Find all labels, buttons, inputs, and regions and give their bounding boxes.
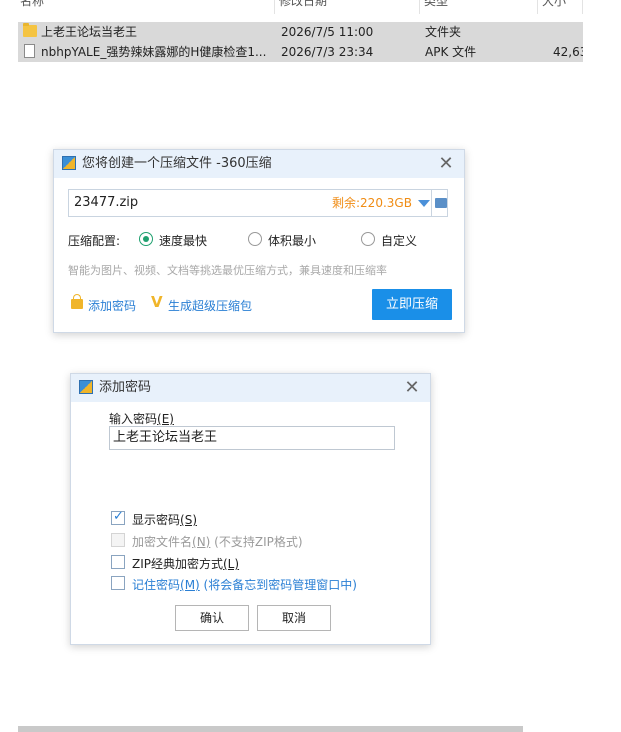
lock-icon[interactable] xyxy=(71,294,83,309)
file-date: 2026/7/3 23:34 xyxy=(281,45,374,59)
compress-hint: 智能为图片、视频、文档等挑选最优压缩方式，兼具速度和压缩率 xyxy=(68,264,387,277)
cancel-button[interactable]: 取消 xyxy=(257,605,331,631)
file-size: 42,63 xyxy=(553,45,583,59)
close-icon[interactable]: ✕ xyxy=(402,378,422,398)
dialog-title: 您将创建一个压缩文件 -360压缩 xyxy=(82,156,272,171)
show-password-label[interactable]: 显示密码(S) xyxy=(132,511,197,528)
file-row[interactable]: 上老王论坛当老王 2026/7/5 11:00 文件夹 xyxy=(18,22,583,42)
add-password-dialog: 添加密码 ✕ 输入密码(E) 上老王论坛当老王 显示密码(S) 加密文件名(N)… xyxy=(70,373,431,645)
zip-classic-encryption-label[interactable]: ZIP经典加密方式(L) xyxy=(132,555,239,572)
show-password-checkbox[interactable] xyxy=(111,509,125,525)
window-edge xyxy=(583,0,621,732)
archive-icon xyxy=(62,156,76,170)
archive-name-field[interactable]: 23477.zip 剩余:220.3GB xyxy=(68,189,448,217)
password-input-label: 输入密码(E) xyxy=(109,412,174,426)
column-name[interactable]: 名称 xyxy=(16,0,275,14)
radio-smallest[interactable] xyxy=(248,232,262,246)
radio-custom[interactable] xyxy=(361,232,375,246)
radio-fastest[interactable] xyxy=(139,232,153,246)
column-date[interactable]: 修改日期 xyxy=(275,0,420,14)
column-type[interactable]: 类型 xyxy=(420,0,538,14)
close-icon[interactable]: ✕ xyxy=(436,154,456,174)
vip-icon: V xyxy=(151,293,163,311)
file-icon xyxy=(24,44,35,58)
compress-config-label: 压缩配置: xyxy=(68,234,121,248)
zip-classic-encryption-checkbox[interactable] xyxy=(111,555,125,569)
option-smallest-label[interactable]: 体积最小 xyxy=(268,232,316,249)
option-custom-label[interactable]: 自定义 xyxy=(381,232,417,249)
password-input[interactable]: 上老王论坛当老王 xyxy=(109,426,395,450)
encrypt-filenames-checkbox[interactable] xyxy=(111,533,125,547)
add-password-link[interactable]: 添加密码 xyxy=(88,297,136,314)
compress-now-button[interactable]: 立即压缩 xyxy=(372,289,452,320)
file-date: 2026/7/5 11:00 xyxy=(281,25,374,39)
remaining-space: 剩余:220.3GB xyxy=(332,196,412,210)
archive-name-value[interactable]: 23477.zip xyxy=(74,190,138,216)
compress-dialog: 您将创建一个压缩文件 -360压缩 ✕ 23477.zip 剩余:220.3GB… xyxy=(53,149,465,333)
create-super-package-link[interactable]: 生成超级压缩包 xyxy=(168,297,252,314)
dropdown-arrow-icon[interactable] xyxy=(418,200,430,207)
file-type: 文件夹 xyxy=(425,25,462,39)
file-row[interactable]: nbhpYALE_强势辣妹露娜的H健康检查1... 2026/7/3 23:34… xyxy=(18,42,583,62)
horizontal-scrollbar[interactable] xyxy=(18,726,523,732)
folder-icon xyxy=(23,23,37,37)
folder-icon xyxy=(435,198,447,208)
file-type: APK 文件 xyxy=(425,45,477,59)
remember-password-label[interactable]: 记住密码(M) (将会备忘到密码管理窗口中) xyxy=(132,576,357,593)
encrypt-filenames-label: 加密文件名(N) (不支持ZIP格式) xyxy=(132,535,303,549)
confirm-button[interactable]: 确认 xyxy=(175,605,249,631)
file-name: 上老王论坛当老王 xyxy=(41,25,138,39)
archive-icon xyxy=(79,380,93,394)
dialog-title: 添加密码 xyxy=(99,380,152,395)
column-size[interactable]: 大小 xyxy=(538,0,583,14)
option-fastest-label[interactable]: 速度最快 xyxy=(159,232,207,249)
dialog-titlebar: 您将创建一个压缩文件 -360压缩 ✕ xyxy=(54,150,464,178)
column-header: 名称 修改日期 类型 大小 xyxy=(0,0,583,14)
file-name: nbhpYALE_强势辣妹露娜的H健康检查1... xyxy=(41,45,267,59)
browse-folder-button[interactable] xyxy=(431,190,449,216)
dialog-titlebar: 添加密码 ✕ xyxy=(71,374,430,402)
remember-password-checkbox[interactable] xyxy=(111,576,125,590)
